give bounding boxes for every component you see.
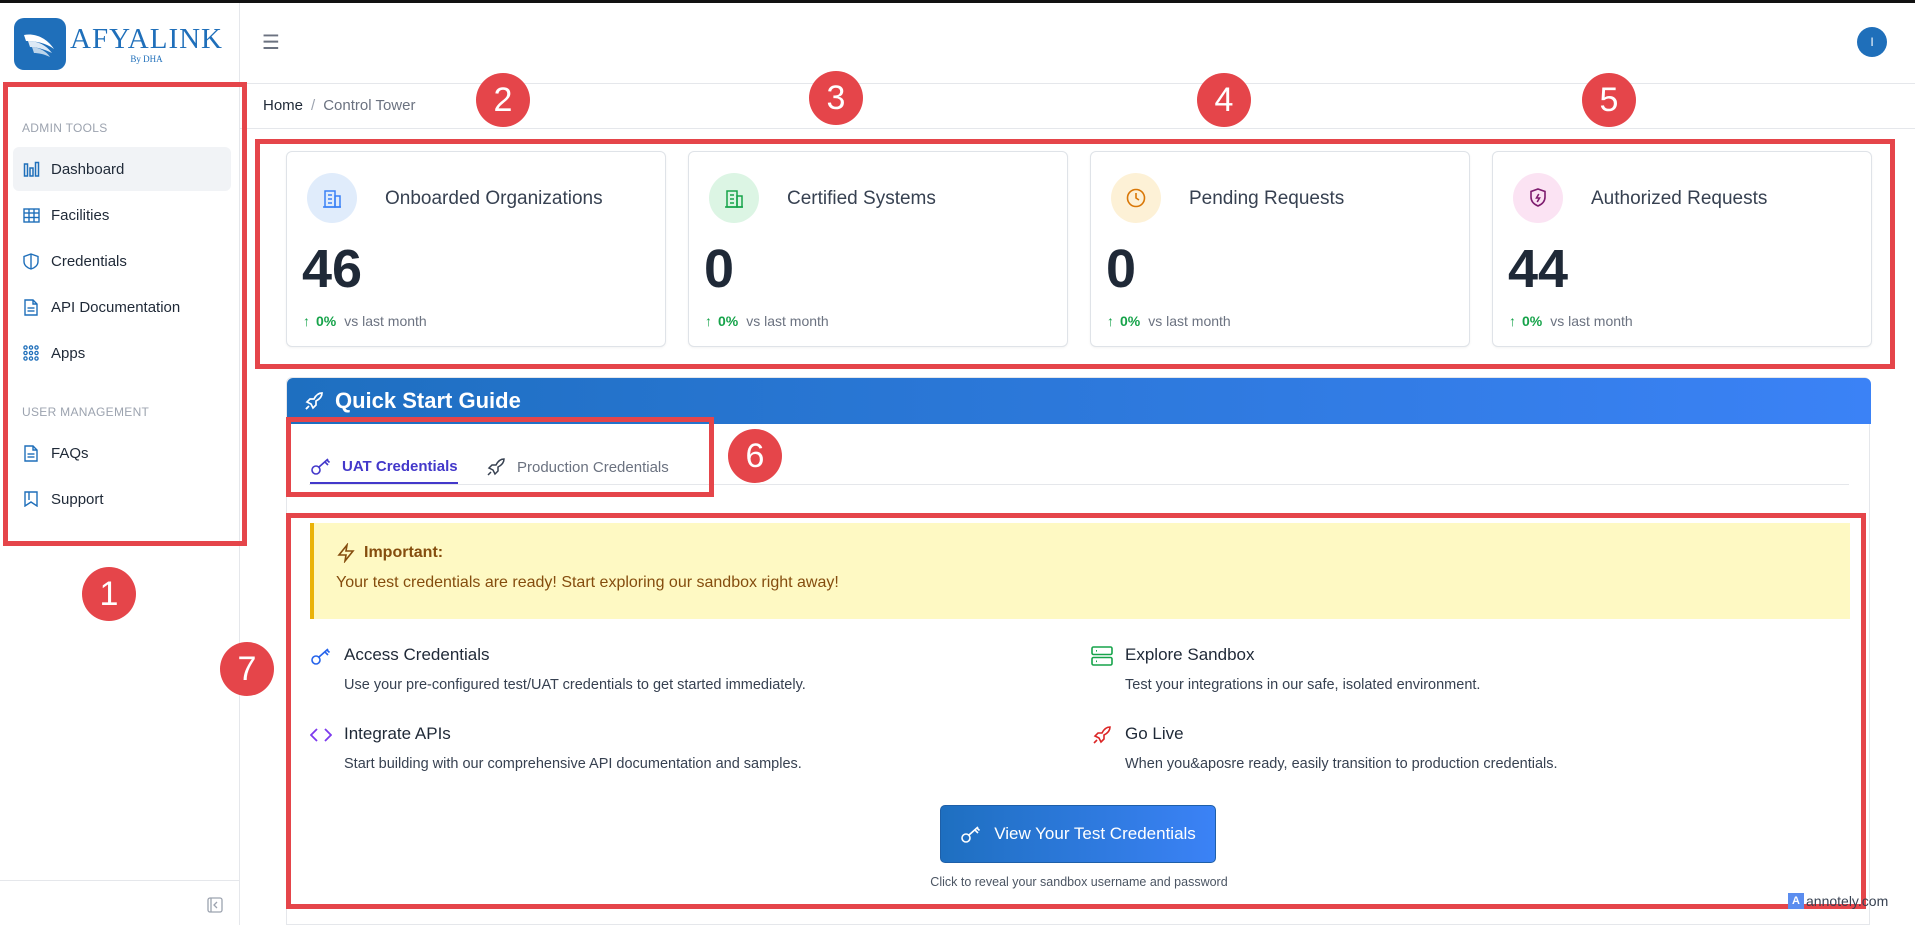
avatar[interactable]: I (1857, 27, 1887, 57)
hamburger-menu-icon[interactable]: ☰ (262, 30, 280, 55)
breadcrumb-home[interactable]: Home (263, 97, 303, 114)
annotation-badge-4: 4 (1197, 73, 1251, 127)
annotation-badge-5: 5 (1582, 73, 1636, 127)
annotely-logo-icon: A (1788, 893, 1804, 909)
logo-subtitle: By DHA (130, 54, 163, 64)
logo-wing-icon (14, 18, 66, 70)
annotation-box-2-5 (255, 139, 1895, 369)
quick-start-title: Quick Start Guide (335, 388, 521, 413)
watermark-text: annotely.com (1806, 893, 1889, 909)
rocket-icon (305, 392, 323, 410)
breadcrumb-separator: / (311, 97, 316, 114)
breadcrumb-divider (240, 128, 1915, 129)
annotation-badge-6: 6 (728, 429, 782, 483)
annotation-box-6 (286, 417, 714, 497)
annotation-badge-3: 3 (809, 71, 863, 125)
logo[interactable]: AFYALINK By DHA (14, 18, 223, 70)
annotation-badge-7: 7 (220, 642, 274, 696)
top-border (0, 0, 1915, 3)
annotation-badge-1: 1 (82, 567, 136, 621)
annotation-box-7 (286, 513, 1866, 909)
annotation-badge-2: 2 (476, 73, 530, 127)
annotation-box-1 (3, 82, 247, 546)
sidebar-footer-divider (0, 880, 239, 881)
watermark: A annotely.com (1788, 893, 1888, 909)
collapse-sidebar-icon[interactable] (207, 897, 223, 918)
logo-name: AFYALINK (70, 23, 223, 55)
breadcrumb: Home / Control Tower (263, 97, 415, 114)
breadcrumb-current: Control Tower (323, 97, 416, 114)
